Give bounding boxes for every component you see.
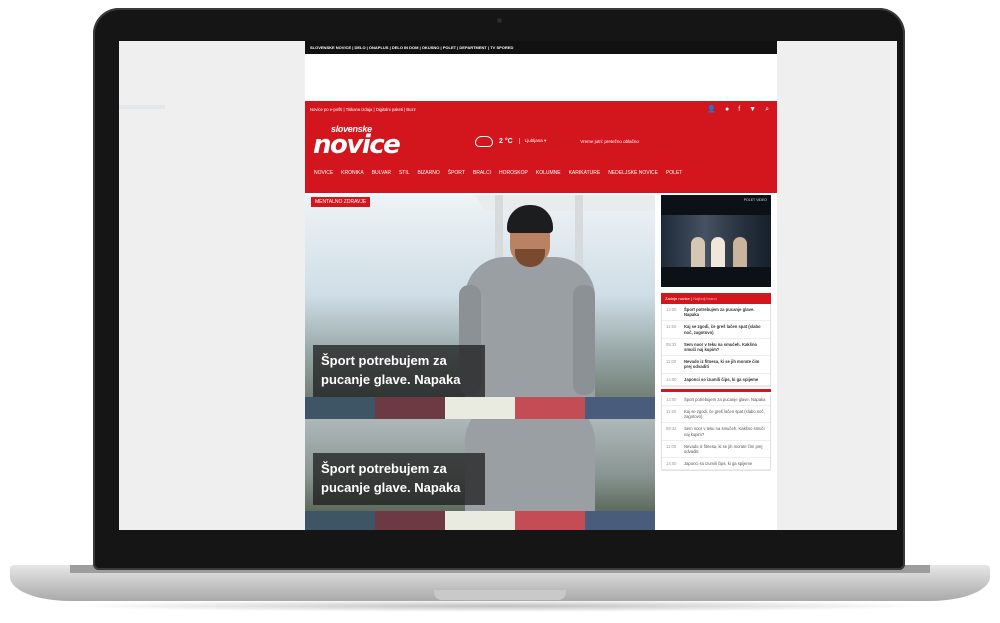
video-figure [733,237,747,267]
list-item[interactable]: 13:00 Šport potrebujem za pucanje glave. … [662,304,770,322]
temperature: 2 °C [499,137,513,145]
content-area: MENTALNO ZDRAVJE Šport potrebujem za puc… [305,193,777,530]
list-item[interactable]: 08:32 Sem noor v teku na smučeh. Kakšno s… [662,423,770,441]
list-item[interactable]: 08:32 Sem noor v teku na smučeh. Kakšno s… [662,339,770,357]
nav-item-novice[interactable]: NOVICE [314,163,333,183]
news-time: 11:00 [666,443,677,449]
nav-item-stil[interactable]: STIL [399,163,410,183]
utility-bar: Novice po e-pošti | Tiskana izdaja | Dig… [305,101,777,119]
list-item[interactable]: 11:00 Nevado iz fitnesa, ki se jih morate… [662,356,770,374]
sidebar: POLET VIDEO Zadnje novice | Najbolj bran… [661,195,771,530]
weather-widget[interactable]: 2 °C Ljubljana ▾ [475,135,546,147]
list-item[interactable]: 14:00 Japonci so izumili čips, ki ga spij… [662,374,770,386]
video-frame [661,215,771,267]
news-list: 13:00 Šport potrebujem za pucanje glave. … [661,304,771,387]
nav-item-horoskop[interactable]: HOROSKOP [499,163,528,183]
image-strip [305,397,655,419]
settings-icon[interactable]: ● [725,101,729,119]
news-title: Šport potrebujem za pucanje glave. Napak… [684,396,766,402]
hero-image[interactable]: Šport potrebujem za pucanje glave. Napak… [305,195,655,422]
cloud-icon [475,135,493,147]
news-title: Japonci so izumili čips, ki ga spijeme [684,461,753,467]
screen: SLOVENSKE NOVICE | DELO | ONAPLUS | DELO… [119,41,897,530]
tab-most-read[interactable]: Najbolj brano [693,296,717,301]
laptop-notch [434,590,566,600]
logo-main-text: novice [313,130,401,160]
list-item[interactable]: 11:00 Nevado iz fitnesa, ki se jih morate… [662,441,770,459]
video-player[interactable]: POLET VIDEO [661,195,771,287]
news-list-repeat: 13:00 Šport potrebujem za pucanje glave. … [661,393,771,472]
network-topbar[interactable]: SLOVENSKE NOVICE | DELO | ONAPLUS | DELO… [305,41,777,54]
news-time: 13:00 [666,396,677,402]
news-time: 14:00 [666,461,677,467]
utility-icons: 👤 ● f ▼ ⌕ [707,101,769,119]
news-title: Sem noor v teku na smučeh. Kakšno smuči … [684,426,765,437]
hero-image-repeat[interactable]: Šport potrebujem za pucanje glave. Napak… [305,419,655,511]
list-item[interactable]: 11:50 Kaj se zgodi, če greš lačen spat (s… [662,321,770,339]
news-title: Nevado iz fitnesa, ki se jih morate čim … [684,359,760,370]
video-figure [691,237,705,267]
news-title: Sem noor v teku na smučeh. Kakšno smuči … [684,341,758,353]
nav-item-karikature[interactable]: KARIKATURE [569,163,601,183]
news-time: 14:00 [666,376,677,382]
nav-item-sport[interactable]: ŠPORT [448,163,465,183]
news-time: 08:32 [666,341,677,347]
nav-item-nedeljske-novice[interactable]: NEDELJSKE NOVICE [608,163,658,183]
hero-headline-repeat[interactable]: Šport potrebujem za pucanje glave. Napak… [313,453,485,505]
list-item[interactable]: 11:50 Kaj se zgodi, če greš lačen spat (s… [662,406,770,424]
facebook-icon[interactable]: f [738,101,740,119]
section-divider [661,388,771,392]
utility-links[interactable]: Novice po e-pošti | Tiskana izdaja | Dig… [310,101,416,119]
news-title: Japonci so izumili čips, ki ga spijeme [684,376,759,382]
video-figure [711,237,725,267]
camera-icon [497,18,502,23]
laptop-shadow [60,600,940,612]
news-title: Šport potrebujem za pucanje glave. Napak… [684,307,755,318]
forecast-text: Vreme jutri: pretežno oblačno [580,138,639,144]
news-page: SLOVENSKE NOVICE | DELO | ONAPLUS | DELO… [305,41,777,530]
list-item[interactable]: 13:00 Šport potrebujem za pucanje glave. … [662,394,770,407]
cart-icon[interactable]: ▼ [749,101,756,119]
left-margin-element [119,105,165,109]
tab-latest[interactable]: Zadnje novice [665,296,690,301]
video-label: POLET VIDEO [743,198,767,202]
news-title: Kaj se zgodi, če greš lačen spat (slabo … [684,324,761,335]
page-right-margin [777,41,897,530]
category-tag[interactable]: MENTALNO ZDRAVJE [311,197,371,207]
ad-space [305,54,777,101]
brand-row: slovenske novice 2 °C Ljubljana ▾ Vreme … [305,119,777,163]
news-time: 11:00 [666,359,677,365]
news-tabs: Zadnje novice | Najbolj brano [661,293,771,304]
list-item[interactable]: 14:00 Japonci so izumili čips, ki ga spij… [662,458,770,471]
news-time: 08:32 [666,426,677,432]
main-nav: NOVICE KRONIKA BULVAR STIL BIZARNO ŠPORT… [305,163,777,183]
city-select[interactable]: Ljubljana ▾ [518,138,546,144]
nav-item-bizarno[interactable]: BIZARNO [418,163,440,183]
site-logo[interactable]: slovenske novice [313,124,401,160]
image-strip [305,511,655,530]
athlete-hat [507,205,553,233]
site-header: Novice po e-pošti | Tiskana izdaja | Dig… [305,101,777,193]
hero-headline[interactable]: Šport potrebujem za pucanje glave. Napak… [313,345,485,397]
nav-item-kronika[interactable]: KRONIKA [341,163,364,183]
page-left-margin [119,41,305,530]
news-time: 11:50 [666,409,677,415]
nav-item-polet[interactable]: POLET [666,163,682,183]
news-time: 13:00 [666,307,677,312]
search-icon[interactable]: ⌕ [765,101,769,119]
news-title: Nevado iz fitnesa, ki se jih morate čim … [684,443,763,455]
hero-article[interactable]: MENTALNO ZDRAVJE Šport potrebujem za puc… [305,195,655,530]
nav-item-bralci[interactable]: BRALCI [473,163,491,183]
athlete-arm [573,285,595,395]
news-title: Kaj se zgodi, če greš lačen spat (slabo … [684,409,765,420]
user-icon[interactable]: 👤 [707,101,716,119]
news-time: 11:50 [666,324,677,330]
nav-item-kolumne[interactable]: KOLUMNE [536,163,561,183]
nav-item-bulvar[interactable]: BULVAR [372,163,391,183]
laptop-mockup: SLOVENSKE NOVICE | DELO | ONAPLUS | DELO… [0,0,1000,623]
